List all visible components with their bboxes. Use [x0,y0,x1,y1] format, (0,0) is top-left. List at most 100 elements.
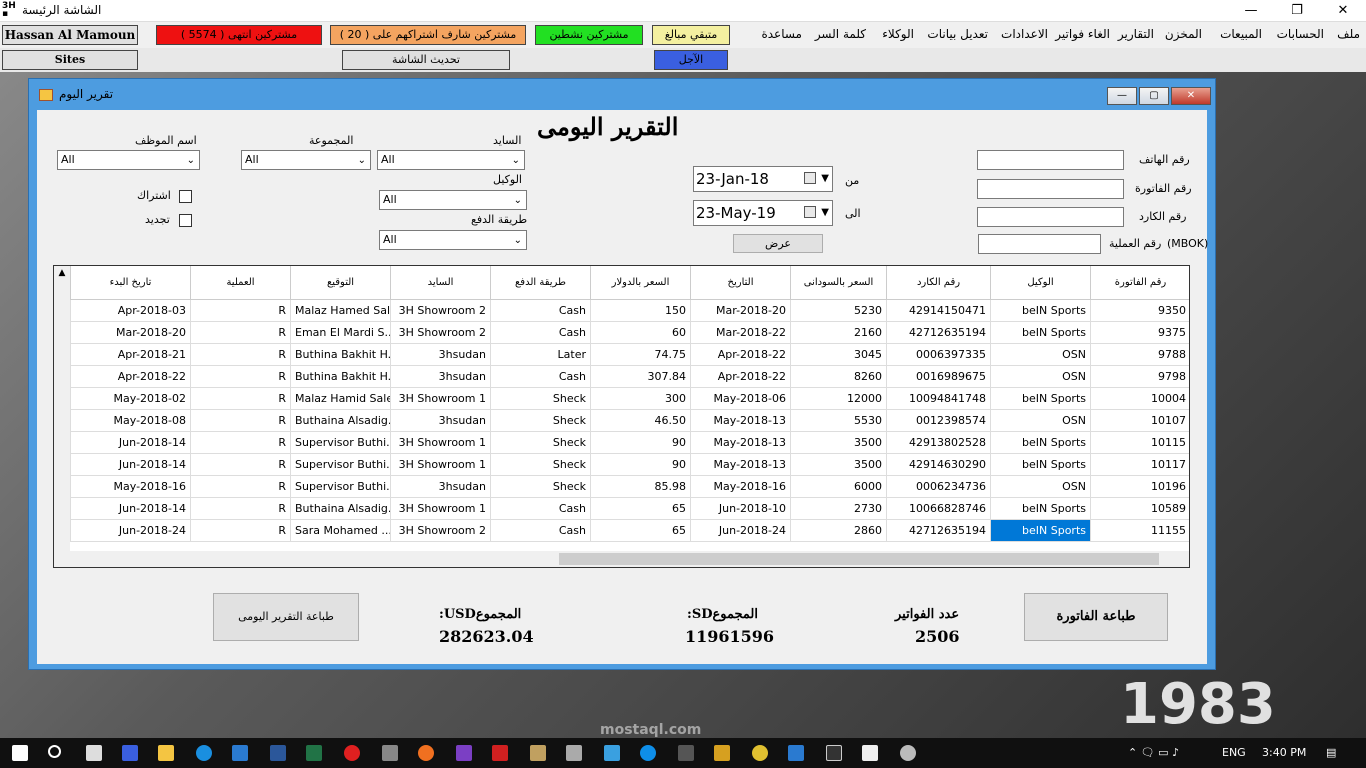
table-cell[interactable]: Supervisor Buthi... [290,454,390,476]
table-cell[interactable]: R [190,300,290,322]
table-cell[interactable]: Later [490,344,590,366]
table-cell[interactable]: 9375 [1090,322,1189,344]
table-cell[interactable]: 3hsudan [390,366,490,388]
table-cell[interactable]: 3H Showroom 2 [390,300,490,322]
tray-icons[interactable]: ⌃ 🗨 ▭ ♪ [1128,746,1179,759]
table-cell[interactable]: May-2018-08 [70,410,190,432]
pdf-icon[interactable] [492,745,508,761]
table-cell[interactable]: Mar-2018-20 [690,300,790,322]
menu-reports[interactable]: التقارير [1118,27,1154,41]
table-cell[interactable]: May-2018-13 [690,410,790,432]
table-cell[interactable]: 3500 [790,432,886,454]
dialog-close-button[interactable]: ✕ [1171,87,1211,105]
table-cell[interactable]: 9350 [1090,300,1189,322]
table-cell[interactable]: 3hsudan [390,476,490,498]
table-cell[interactable]: 90 [590,454,690,476]
column-header[interactable]: السايد [390,266,490,300]
table-cell[interactable]: 307.84 [590,366,690,388]
table-cell[interactable]: Jun-2018-24 [70,520,190,542]
table-cell[interactable]: Jun-2018-14 [70,432,190,454]
table-cell[interactable]: 3H Showroom 1 [390,388,490,410]
table-cell[interactable]: 10107 [1090,410,1189,432]
mail-icon[interactable] [86,745,102,761]
table-cell[interactable]: Apr-2018-21 [70,344,190,366]
renewal-checkbox[interactable] [179,214,192,227]
user-name-button[interactable]: Hassan Al Mamoun [2,25,138,45]
table-cell[interactable]: 42914630290 [886,454,990,476]
table-cell[interactable]: R [190,432,290,454]
table-cell[interactable]: 10589 [1090,498,1189,520]
table-cell[interactable]: Buthina Bakhit H... [290,366,390,388]
table-cell[interactable]: 85.98 [590,476,690,498]
table-cell[interactable]: Eman El Mardi S... [290,322,390,344]
table-cell[interactable]: beIN Sports [990,322,1090,344]
column-header[interactable]: الوكيل [990,266,1090,300]
table-cell[interactable]: Jun-2018-14 [70,498,190,520]
table-cell[interactable]: Mar-2018-20 [70,322,190,344]
column-header[interactable]: العملية [190,266,290,300]
column-header[interactable]: تاريخ البدء [70,266,190,300]
table-cell[interactable]: 10066828746 [886,498,990,520]
table-cell[interactable]: Malaz Hamed Sal... [290,300,390,322]
table-cell[interactable]: 46.50 [590,410,690,432]
table-cell[interactable]: Sheck [490,410,590,432]
refresh-screen-button[interactable]: تحديث الشاشة [342,50,510,70]
table-row[interactable]: 9788 OSN 0006397335 3045 Apr-2018-22 74.75 Lat… [70,344,1189,366]
link-icon[interactable] [122,745,138,761]
table-cell[interactable]: 10115 [1090,432,1189,454]
near-expiry-subscribers-button[interactable]: مشتركين شارف اشتراكهم على ( 20 ) [330,25,526,45]
print-daily-report-button[interactable]: طباعة التقرير اليومى [213,593,359,641]
excel-icon[interactable] [306,745,322,761]
table-cell[interactable]: Apr-2018-22 [690,366,790,388]
table-cell[interactable]: Jun-2018-14 [70,454,190,476]
table-cell[interactable]: Sheck [490,388,590,410]
teamviewer-icon[interactable] [640,745,656,761]
payment-method-combo[interactable]: All ⌄ [379,230,527,250]
table-row[interactable]: 10107 OSN 0012398574 5530 May-2018-13 46.50 Sh… [70,410,1189,432]
table-cell[interactable]: May-2018-13 [690,432,790,454]
table-row[interactable]: 10004 beIN Sports 10094841748 12000 May-2018… [70,388,1189,410]
subscription-checkbox[interactable] [179,190,192,203]
table-cell[interactable]: 9788 [1090,344,1189,366]
table-cell[interactable]: May-2018-02 [70,388,190,410]
table-cell[interactable]: 3H Showroom 1 [390,432,490,454]
print-invoice-button[interactable]: طباعة الفاتورة [1024,593,1168,641]
table-cell[interactable]: Jun-2018-24 [690,520,790,542]
table-cell[interactable]: OSN [990,410,1090,432]
table-cell[interactable]: R [190,388,290,410]
table-cell[interactable]: Jun-2018-10 [690,498,790,520]
site-combo[interactable]: All ⌄ [377,150,525,170]
operation-number-field[interactable] [978,234,1101,254]
table-cell[interactable]: Supervisor Buthi... [290,476,390,498]
table-cell[interactable]: OSN [990,476,1090,498]
table-cell[interactable]: R [190,366,290,388]
table-cell[interactable]: 2730 [790,498,886,520]
table-cell[interactable]: 42914150471 [886,300,990,322]
defender-icon[interactable] [788,745,804,761]
table-cell[interactable]: R [190,476,290,498]
table-row[interactable]: 11155 beIN Sports 42712635194 2860 Jun-2018-… [70,520,1189,542]
table-cell[interactable]: Apr-2018-22 [70,366,190,388]
table-cell[interactable]: Buthaina Alsadig... [290,410,390,432]
table-row[interactable]: 10117 beIN Sports 42914630290 3500 May-2018-… [70,454,1189,476]
opera-icon[interactable] [344,745,360,761]
table-cell[interactable]: 3500 [790,454,886,476]
menu-settings[interactable]: الاعدادات [1001,27,1048,41]
close-button[interactable]: ✕ [1320,0,1366,22]
table-cell[interactable]: May-2018-06 [690,388,790,410]
table-cell[interactable]: 42913802528 [886,432,990,454]
language-indicator[interactable]: ENG [1222,746,1246,759]
deferred-button[interactable]: الآجل [654,50,728,70]
table-cell[interactable]: 3045 [790,344,886,366]
table-cell[interactable]: 8260 [790,366,886,388]
table-row[interactable]: 9350 beIN Sports 42914150471 5230 Mar-2018-2… [70,300,1189,322]
word-icon[interactable] [270,745,286,761]
column-header[interactable]: طريقة الدفع [490,266,590,300]
active-subscribers-button[interactable]: مشتركين نشطين [535,25,643,45]
3h-app-icon[interactable] [862,745,878,761]
table-cell[interactable]: Cash [490,300,590,322]
app2-icon[interactable] [566,745,582,761]
card-number-field[interactable] [977,207,1124,227]
table-cell[interactable]: beIN Sports [990,388,1090,410]
table-cell[interactable]: 74.75 [590,344,690,366]
